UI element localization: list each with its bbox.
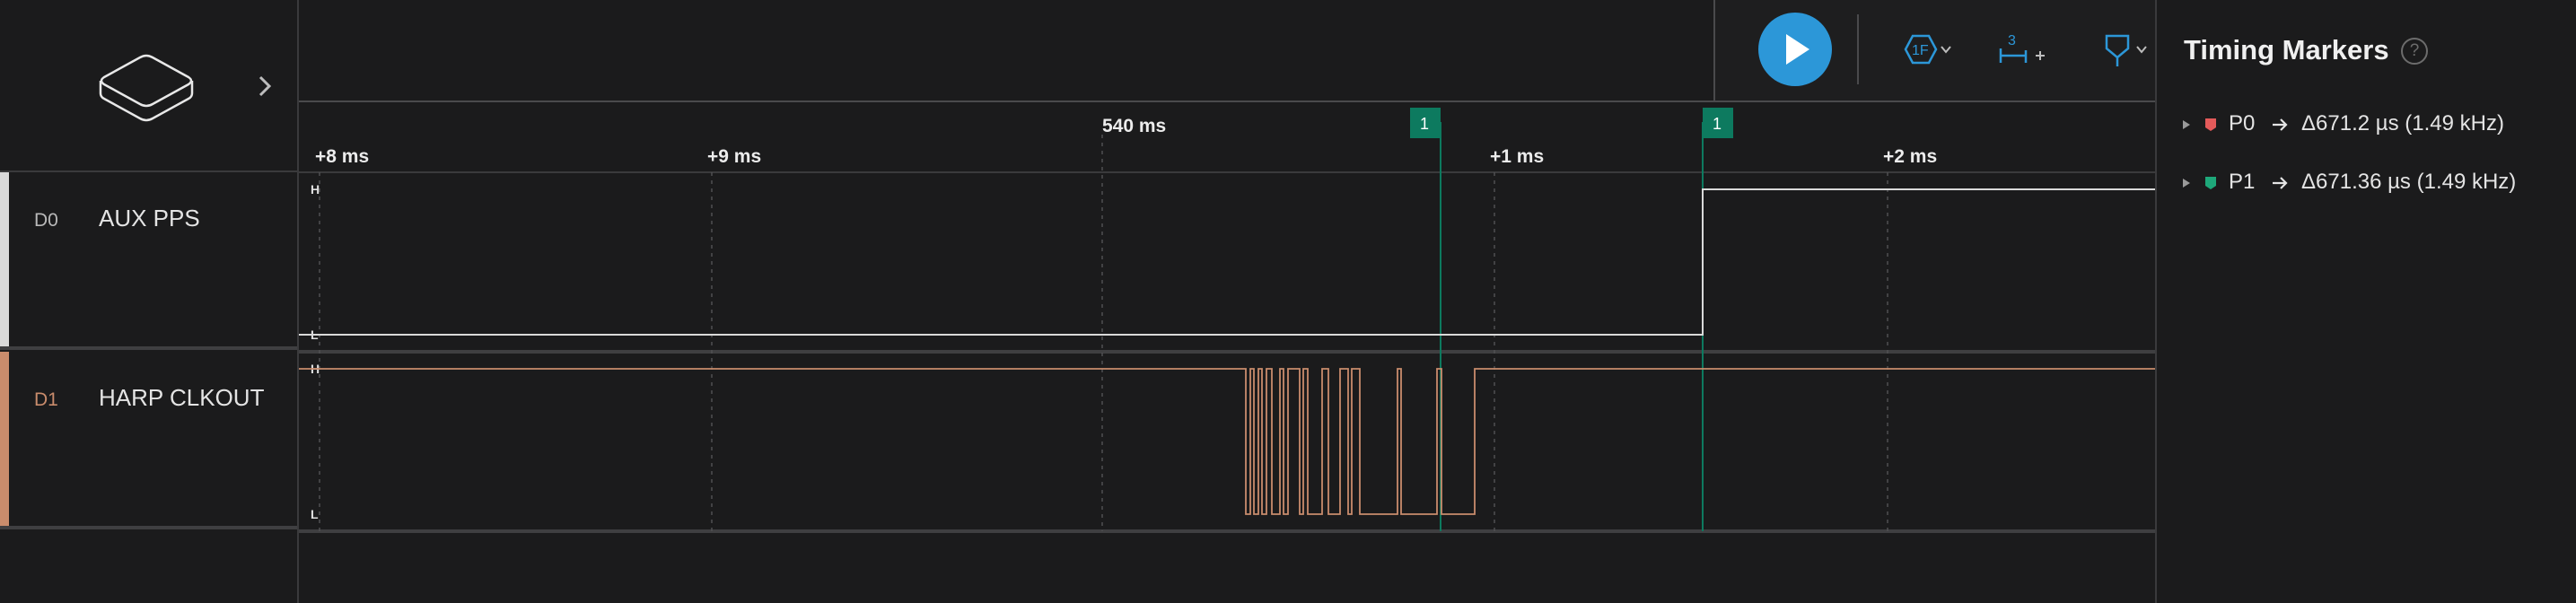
marker-delta-value: Δ671.36 µs (1.49 kHz) [2301, 170, 2517, 194]
trigger-button[interactable]: 1F [1895, 25, 1958, 74]
channel-id: D0 [34, 210, 58, 231]
marker-name: P1 [2229, 170, 2256, 194]
grid-lines [319, 135, 1888, 531]
chevron-down-icon [2136, 46, 2147, 54]
device-icon[interactable] [97, 50, 196, 124]
capture-toolbar: 1F 3 [1713, 0, 2205, 102]
play-icon [1786, 34, 1809, 65]
panel-title: Timing Markers [2184, 34, 2389, 66]
timing-marker-1[interactable]: 1 [1702, 108, 1733, 531]
timeline-tick-label: +2 ms [1883, 146, 1937, 167]
marker-flag-label: 1 [1713, 115, 1722, 133]
channel-color-bar [0, 352, 9, 526]
timeline-tick-label: +1 ms [1490, 146, 1544, 167]
channel-name: AUX PPS [99, 205, 200, 232]
timeline-tick-label: +9 ms [707, 146, 761, 167]
timing-marker-0[interactable]: 1 [1410, 108, 1441, 531]
channel-row-d1[interactable]: D1 HARP CLKOUT [0, 352, 297, 529]
channel-name: HARP CLKOUT [99, 384, 265, 411]
low-level-label: L [311, 507, 319, 521]
toolbar-divider [1857, 14, 1859, 84]
device-panel [0, 0, 297, 172]
marker-delta-value: Δ671.2 µs (1.49 kHz) [2301, 111, 2504, 135]
arrow-right-icon [2273, 118, 2288, 131]
marker-flag-icon [2205, 177, 2216, 189]
arrow-right-icon [2273, 177, 2288, 189]
marker-add-text: 3 [2008, 33, 2016, 48]
waveform-d1 [299, 368, 2155, 515]
add-marker-button[interactable]: 3 [1995, 25, 2053, 74]
trigger-hexagon-icon: 1F [1904, 34, 1951, 65]
high-level-label: H [311, 182, 320, 197]
waveform-d0 [299, 188, 2155, 336]
chevron-down-icon [1941, 46, 1951, 54]
marker-flag-label: 1 [1420, 115, 1429, 133]
expand-triangle-icon[interactable] [2180, 175, 2193, 191]
marker-name: P0 [2229, 111, 2256, 135]
channel-color-bar [0, 172, 9, 346]
expand-triangle-icon[interactable] [2180, 117, 2193, 133]
chevron-right-icon[interactable] [255, 70, 276, 102]
timing-marker-item[interactable]: P1 Δ671.36 µs (1.49 kHz) [2175, 166, 2570, 202]
channel-sidebar: D0 AUX PPS D1 HARP CLKOUT [0, 0, 299, 603]
waveform-area[interactable]: 540 ms +8 ms +9 ms +1 ms +2 ms 1 1 H L H… [299, 0, 2205, 603]
help-icon[interactable]: ? [2401, 38, 2428, 65]
timing-markers-panel: Timing Markers ? P0 Δ671.2 µs (1.49 kHz)… [2155, 0, 2576, 603]
marker-flag-icon [2205, 118, 2216, 131]
play-button[interactable] [1758, 13, 1832, 86]
timeline-tick-label: +8 ms [315, 146, 369, 167]
channel-id: D1 [34, 389, 58, 410]
marker-add-icon: 3 [1999, 33, 2045, 63]
trigger-text: 1F [1912, 43, 1929, 58]
measure-probe-icon [2105, 34, 2147, 66]
timing-marker-item[interactable]: P0 Δ671.2 µs (1.49 kHz) [2175, 108, 2570, 144]
timeline-center-label: 540 ms [1102, 116, 1166, 136]
measure-button[interactable] [2098, 25, 2155, 74]
channel-row-d0[interactable]: D0 AUX PPS [0, 172, 297, 350]
